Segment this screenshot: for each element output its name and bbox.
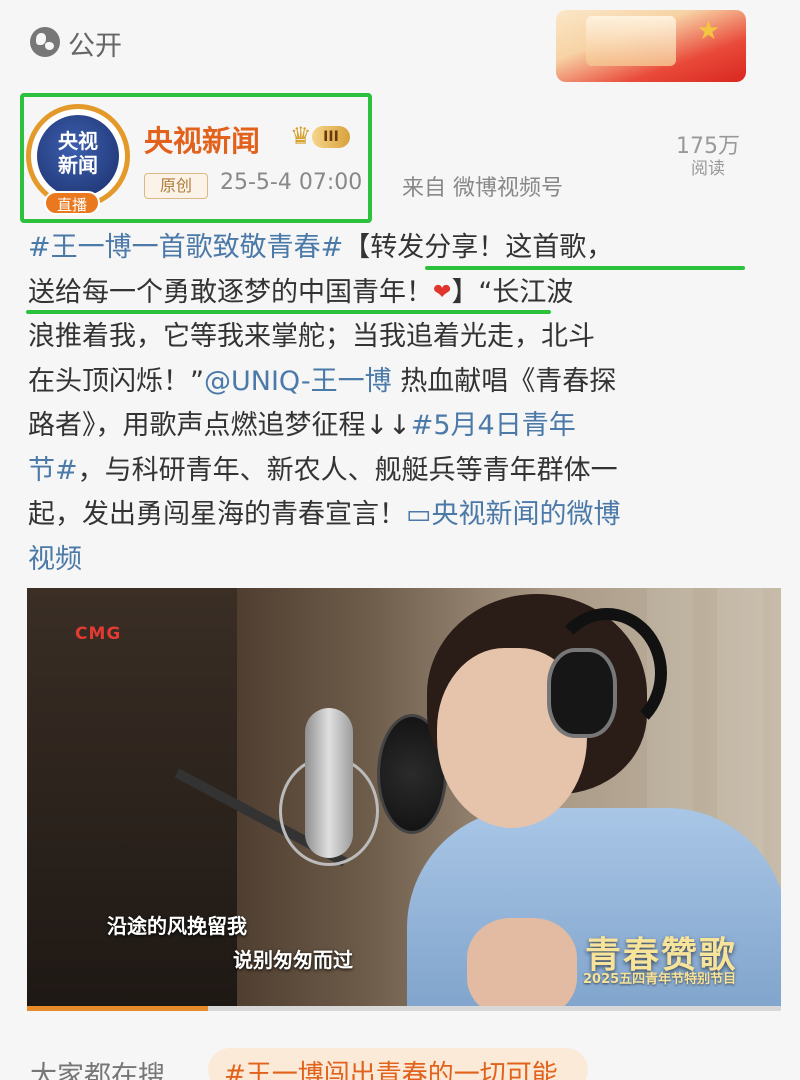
- post-text: 送给每一个勇敢逐梦的中国青年！: [28, 276, 433, 308]
- post-line: 浪推着我，它等我来掌舵；当我追着光走，北斗: [28, 315, 773, 360]
- avatar-text-line2: 新闻: [58, 153, 98, 177]
- video-link[interactable]: ▭央视新闻的微博: [406, 499, 621, 530]
- post-text: 】“长江波: [451, 276, 574, 308]
- visibility-label[interactable]: 公开: [68, 24, 122, 63]
- read-label: 阅读: [691, 159, 725, 179]
- trending-search-label: 大家都在搜: [30, 1061, 165, 1080]
- green-underline: [425, 266, 745, 270]
- post-body: #王一博一首歌致敬青春#【转发分享！这首歌， 送给每一个勇敢逐梦的中国青年！❤】…: [28, 226, 773, 582]
- video-progress-fill: [27, 1006, 208, 1011]
- heart-icon: ❤: [433, 279, 452, 305]
- post-line: 视频: [28, 538, 773, 583]
- video-link[interactable]: 视频: [28, 544, 82, 575]
- studio-wall: [27, 588, 237, 1010]
- post-line: #王一博一首歌致敬青春#【转发分享！这首歌，: [28, 226, 773, 271]
- topic-hashtag[interactable]: 节#: [28, 455, 78, 486]
- cmg-logo: CMG: [75, 624, 122, 644]
- video-player[interactable]: CMG 沿途的风挽留我 说别匆匆而过 青春赞歌 2025五四青年节特别节目: [27, 588, 781, 1010]
- live-badge[interactable]: 直播: [44, 191, 100, 215]
- original-tag: 原创: [144, 173, 208, 199]
- post-text: 【转发分享！这首歌，: [343, 232, 614, 263]
- post-line: 起，发出勇闯星海的青春宣言！▭央视新闻的微博: [28, 493, 773, 538]
- microphone: [305, 708, 353, 858]
- post-line: 送给每一个勇敢逐梦的中国青年！❤】“长江波: [28, 271, 773, 316]
- top-bar: 公开 ★: [0, 0, 800, 86]
- video-progress-bar[interactable]: [27, 1006, 781, 1011]
- author-name[interactable]: 央视新闻: [144, 118, 260, 160]
- post-text: 热血献唱《青春探: [391, 365, 617, 397]
- festival-banner-image[interactable]: ★: [556, 10, 746, 82]
- post-time: 25-5-4 07:00: [220, 170, 363, 195]
- post-text: ，与科研青年、新农人、舰艇兵等青年群体一: [77, 454, 618, 486]
- tiananmen-graphic: [586, 16, 676, 66]
- avatar-logo: 央视 新闻: [37, 115, 119, 197]
- headphone-cup: [547, 648, 617, 738]
- green-underline: [26, 310, 551, 314]
- post-line: 路者》，用歌声点燃追梦征程↓↓#5月4日青年: [28, 404, 773, 449]
- avatar-text-line1: 央视: [58, 129, 98, 153]
- globe-icon: [30, 27, 60, 57]
- program-subtitle: 2025五四青年节特别节目: [583, 972, 737, 987]
- post-text: 浪推着我，它等我来掌舵；当我追着光走，北斗: [28, 321, 595, 352]
- singer-hand: [467, 918, 577, 1010]
- star-icon: ★: [696, 16, 720, 46]
- lyric-line: 沿途的风挽留我: [107, 914, 247, 938]
- post-line: 在头顶闪烁！”@UNIQ-王一博 热血献唱《青春探: [28, 360, 773, 405]
- topic-hashtag[interactable]: #王一博一首歌致敬青春#: [28, 232, 343, 263]
- member-level-badge[interactable]: ♛ III: [290, 122, 352, 150]
- post-source[interactable]: 来自 微博视频号: [402, 170, 563, 202]
- post-line: 节#，与科研青年、新农人、舰艇兵等青年群体一: [28, 449, 773, 494]
- topic-hashtag[interactable]: #5月4日青年: [411, 410, 576, 441]
- post-text: 起，发出勇闯星海的青春宣言！: [28, 499, 406, 530]
- level-text: III: [312, 126, 350, 148]
- lyric-line: 说别匆匆而过: [233, 948, 353, 972]
- trending-search-chip[interactable]: #王一博闯出青春的一切可能: [208, 1048, 588, 1080]
- user-mention[interactable]: @UNIQ-王一博: [204, 366, 392, 397]
- post-text: 在头顶闪烁！”: [28, 365, 204, 397]
- trending-search-text: #王一博闯出青春的一切可能: [224, 1060, 558, 1080]
- post-text: 路者》，用歌声点燃追梦征程↓↓: [28, 410, 411, 441]
